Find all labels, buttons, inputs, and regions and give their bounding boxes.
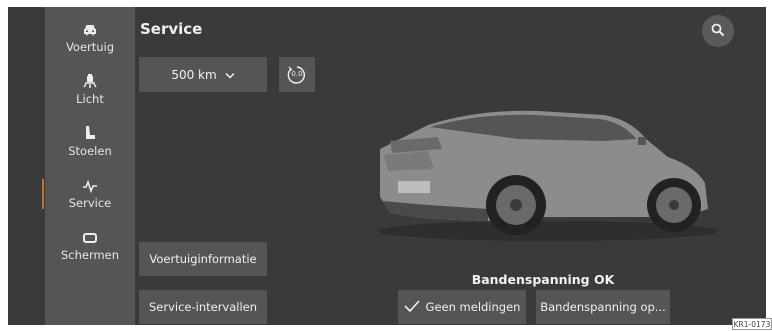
service-pulse-icon	[82, 173, 98, 193]
infotainment-screen: Voertuig Licht Stoelen Service Schermen …	[8, 7, 766, 325]
page-title: Service	[140, 20, 203, 38]
vehicle-info-label: Voertuiginformatie	[149, 252, 257, 266]
seat-icon	[83, 121, 97, 141]
vehicle-image	[368, 97, 728, 251]
screen-icon	[82, 225, 98, 245]
light-icon	[82, 69, 98, 89]
service-intervals-label: Service-intervallen	[148, 300, 258, 314]
sidebar-item-licht[interactable]: Licht	[45, 69, 135, 119]
tire-status-text: Bandenspanning OK	[471, 272, 615, 287]
search-icon	[711, 22, 725, 41]
sidebar-item-label: Service	[68, 196, 112, 210]
trip-reset-icon: 0.0	[286, 64, 308, 86]
figure-code: KR1-0173	[732, 318, 772, 330]
sidebar-item-service[interactable]: Service	[45, 173, 135, 223]
tire-pressure-button[interactable]: Bandenspanning op...	[536, 290, 670, 324]
chevron-down-icon	[225, 68, 235, 82]
sidebar-item-label: Voertuig	[65, 40, 115, 54]
search-button[interactable]	[702, 15, 734, 47]
sidebar-item-label: Stoelen	[68, 144, 112, 158]
car-icon	[82, 17, 98, 37]
sidebar-item-voertuig[interactable]: Voertuig	[45, 17, 135, 67]
trip-reset-button[interactable]: 0.0	[279, 57, 315, 92]
trip-reset-label: 0.0	[291, 69, 303, 78]
no-notifications-label: Geen meldingen	[425, 300, 521, 314]
vehicle-info-button[interactable]: Voertuiginformatie	[139, 242, 267, 276]
tire-pressure-label: Bandenspanning op...	[540, 300, 666, 314]
sidebar-item-label: Licht	[76, 92, 104, 106]
sidebar-item-schermen[interactable]: Schermen	[45, 225, 135, 275]
sidebar: Voertuig Licht Stoelen Service Schermen	[45, 7, 135, 325]
no-notifications-button[interactable]: Geen meldingen	[398, 290, 526, 324]
distance-dropdown[interactable]: 500 km	[139, 57, 267, 92]
distance-value: 500 km	[171, 67, 217, 82]
checkmark-icon	[403, 299, 420, 315]
service-intervals-button[interactable]: Service-intervallen	[139, 290, 267, 324]
sidebar-item-label: Schermen	[60, 248, 120, 262]
sidebar-item-stoelen[interactable]: Stoelen	[45, 121, 135, 171]
active-indicator	[42, 179, 44, 209]
